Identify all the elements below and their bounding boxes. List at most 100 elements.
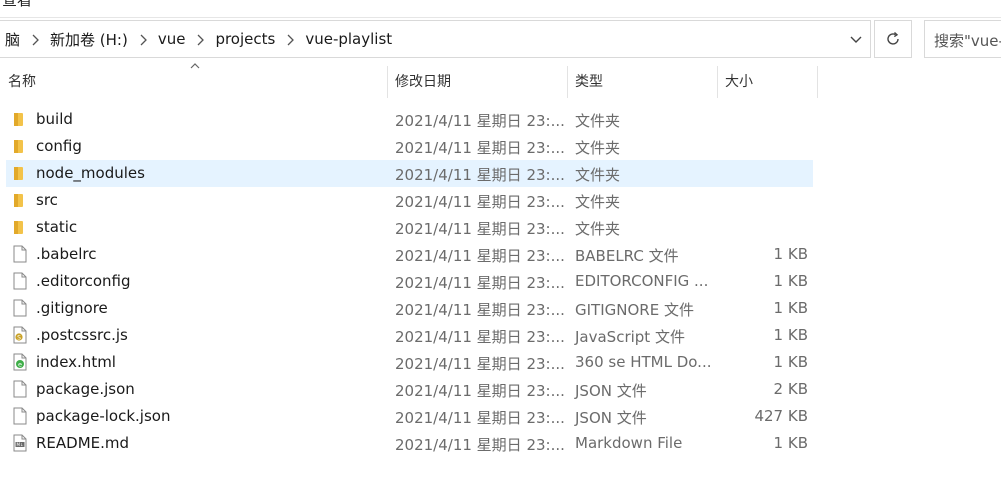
file-name: .babelrc xyxy=(36,245,97,263)
breadcrumb-item-vue[interactable]: vue xyxy=(155,30,189,48)
file-type: EDITORCONFIG ... xyxy=(575,272,709,290)
file-size: 1 KB xyxy=(773,434,808,452)
chevron-down-icon[interactable] xyxy=(848,31,864,47)
file-row[interactable]: package.json 2021/4/11 星期日 23:... JSON 文件 2… xyxy=(6,376,813,403)
file-type: 文件夹 xyxy=(575,112,621,130)
chevron-right-icon[interactable] xyxy=(131,30,155,48)
file-date-modified: 2021/4/11 星期日 23:... xyxy=(395,301,565,319)
file-row[interactable]: .editorconfig 2021/4/11 星期日 23:... EDITORC… xyxy=(6,268,813,295)
svg-text:M↓: M↓ xyxy=(16,442,23,447)
file-size: 1 KB xyxy=(773,326,808,344)
file-date-modified: 2021/4/11 星期日 23:... xyxy=(395,220,565,238)
file-row[interactable]: build 2021/4/11 星期日 23:... 文件夹 xyxy=(6,106,813,133)
file-type: 文件夹 xyxy=(575,193,621,211)
file-date-modified: 2021/4/11 星期日 23:... xyxy=(395,139,565,157)
file-type: JSON 文件 xyxy=(575,382,647,400)
file-date-modified: 2021/4/11 星期日 23:... xyxy=(395,328,565,346)
file-type: JavaScript 文件 xyxy=(575,328,685,346)
column-divider[interactable] xyxy=(567,66,568,98)
address-bar[interactable]: 脑 新加卷 (H:) vue projects vue-playlist xyxy=(0,20,871,58)
file-icon xyxy=(12,299,28,317)
column-header-type[interactable]: 类型 xyxy=(575,64,603,100)
file-name: package-lock.json xyxy=(36,407,171,425)
ribbon-tab-view[interactable]: 查看 xyxy=(2,0,32,10)
breadcrumb-item-computer[interactable]: 脑 xyxy=(2,29,23,50)
svg-text:e: e xyxy=(18,361,22,369)
refresh-icon xyxy=(887,31,899,45)
file-size: 1 KB xyxy=(773,245,808,263)
file-row[interactable]: static 2021/4/11 星期日 23:... 文件夹 xyxy=(6,214,813,241)
js-file-icon: S xyxy=(12,326,28,344)
column-divider[interactable] xyxy=(387,66,388,98)
file-icon xyxy=(12,407,28,425)
breadcrumb: 脑 新加卷 (H:) vue projects vue-playlist xyxy=(2,21,395,57)
file-row[interactable]: .babelrc 2021/4/11 星期日 23:... BABELRC 文件 1 … xyxy=(6,241,813,268)
file-size: 1 KB xyxy=(773,272,808,290)
file-date-modified: 2021/4/11 星期日 23:... xyxy=(395,166,565,184)
file-name: .postcssrc.js xyxy=(36,326,128,344)
file-type: Markdown File xyxy=(575,434,683,452)
column-divider[interactable] xyxy=(717,66,718,98)
file-date-modified: 2021/4/11 星期日 23:... xyxy=(395,112,565,130)
chevron-right-icon[interactable] xyxy=(188,30,212,48)
file-size: 427 KB xyxy=(754,407,808,425)
file-size: 1 KB xyxy=(773,299,808,317)
folder-icon xyxy=(12,191,28,209)
file-name: build xyxy=(36,110,73,128)
file-date-modified: 2021/4/11 星期日 23:... xyxy=(395,274,565,292)
file-date-modified: 2021/4/11 星期日 23:... xyxy=(395,193,565,211)
search-placeholder: 搜索"vue- xyxy=(934,32,1001,50)
file-name: config xyxy=(36,137,82,155)
file-name: .gitignore xyxy=(36,299,108,317)
breadcrumb-item-drive[interactable]: 新加卷 (H:) xyxy=(47,29,131,50)
file-type: JSON 文件 xyxy=(575,409,647,427)
file-icon xyxy=(12,272,28,290)
file-type: GITIGNORE 文件 xyxy=(575,301,694,319)
file-type: BABELRC 文件 xyxy=(575,247,679,265)
file-row[interactable]: M↓ README.md 2021/4/11 星期日 23:... Markdown … xyxy=(6,430,813,457)
file-row[interactable]: node_modules 2021/4/11 星期日 23:... 文件夹 xyxy=(6,160,813,187)
file-row[interactable]: .gitignore 2021/4/11 星期日 23:... GITIGNORE … xyxy=(6,295,813,322)
breadcrumb-item-vue-playlist[interactable]: vue-playlist xyxy=(302,30,395,48)
breadcrumb-item-projects[interactable]: projects xyxy=(212,30,278,48)
chevron-right-icon[interactable] xyxy=(278,30,302,48)
file-row[interactable]: package-lock.json 2021/4/11 星期日 23:... JSO… xyxy=(6,403,813,430)
file-name: static xyxy=(36,218,78,236)
chevron-right-icon[interactable] xyxy=(23,30,47,48)
markdown-file-icon: M↓ xyxy=(12,434,28,452)
file-row[interactable]: e index.html 2021/4/11 星期日 23:... 360 se HT… xyxy=(6,349,813,376)
ribbon-divider xyxy=(0,17,1001,18)
file-type: 360 se HTML Do... xyxy=(575,353,712,371)
file-type: 文件夹 xyxy=(575,220,621,238)
column-divider[interactable] xyxy=(817,66,818,98)
file-date-modified: 2021/4/11 星期日 23:... xyxy=(395,436,565,454)
file-date-modified: 2021/4/11 星期日 23:... xyxy=(395,355,565,373)
file-row[interactable]: src 2021/4/11 星期日 23:... 文件夹 xyxy=(6,187,813,214)
file-name: README.md xyxy=(36,434,130,452)
file-name: package.json xyxy=(36,380,135,398)
folder-icon xyxy=(12,110,28,128)
file-date-modified: 2021/4/11 星期日 23:... xyxy=(395,409,565,427)
ribbon-tab-strip: 查看 xyxy=(0,0,1001,17)
search-box[interactable]: 搜索"vue- xyxy=(924,20,1001,58)
folder-icon xyxy=(12,218,28,236)
column-header-name[interactable]: 名称 xyxy=(8,64,36,100)
file-row[interactable]: config 2021/4/11 星期日 23:... 文件夹 xyxy=(6,133,813,160)
file-row[interactable]: S .postcssrc.js 2021/4/11 星期日 23:... JavaSc… xyxy=(6,322,813,349)
file-type: 文件夹 xyxy=(575,166,621,184)
column-header-date[interactable]: 修改日期 xyxy=(395,64,451,100)
file-size: 2 KB xyxy=(773,380,808,398)
file-icon xyxy=(12,245,28,263)
folder-icon xyxy=(12,137,28,155)
refresh-button[interactable] xyxy=(874,20,912,58)
file-date-modified: 2021/4/11 星期日 23:... xyxy=(395,247,565,265)
file-type: 文件夹 xyxy=(575,139,621,157)
svg-text:S: S xyxy=(17,335,21,342)
file-name: .editorconfig xyxy=(36,272,131,290)
column-header-size[interactable]: 大小 xyxy=(725,64,753,100)
file-icon xyxy=(12,380,28,398)
folder-icon xyxy=(12,164,28,182)
file-name: node_modules xyxy=(36,164,145,182)
column-header-row: 名称 修改日期 类型 大小 xyxy=(0,63,820,100)
file-size: 1 KB xyxy=(773,353,808,371)
